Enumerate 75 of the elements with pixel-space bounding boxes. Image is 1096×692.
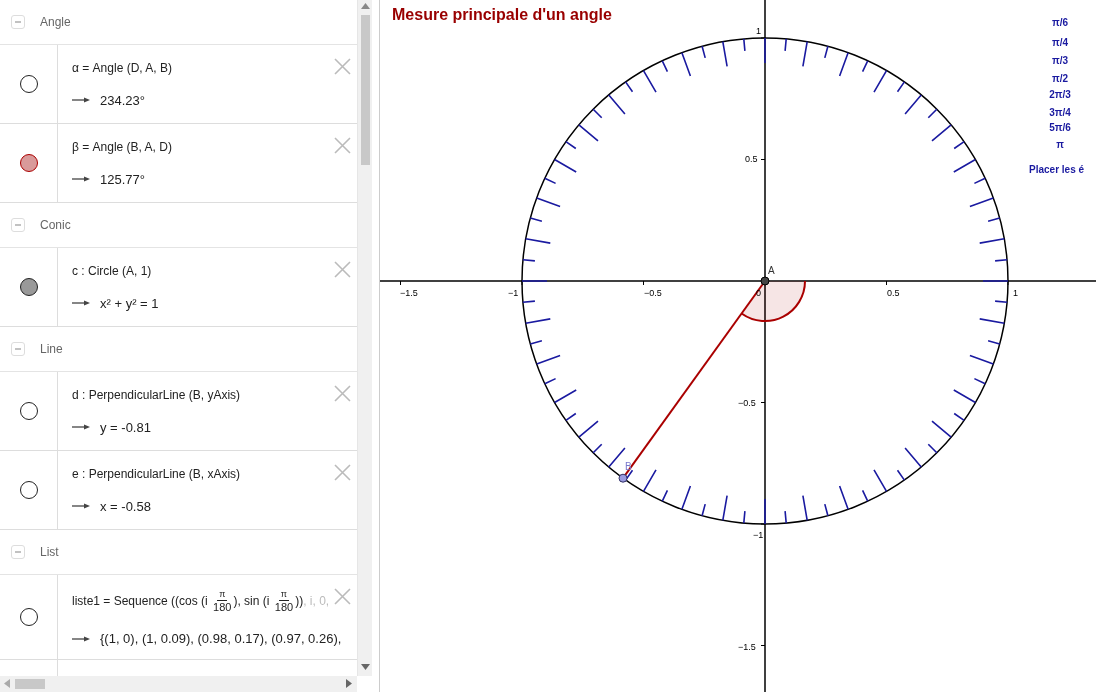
arrow-icon xyxy=(72,300,90,306)
axis-label: −1.5 xyxy=(738,642,756,652)
definition-text[interactable]: d : PerpendicularLine (B, yAxis) xyxy=(72,387,241,402)
minus-icon xyxy=(14,548,22,556)
point[interactable] xyxy=(618,473,628,483)
close-icon[interactable] xyxy=(334,588,351,605)
visibility-toggle[interactable] xyxy=(19,75,38,93)
collapse-toggle[interactable] xyxy=(11,15,25,29)
close-icon[interactable] xyxy=(334,137,351,154)
value-text: x² + y² = 1 xyxy=(100,295,159,311)
angle-button[interactable]: π/4 xyxy=(1052,37,1068,48)
visibility-toggle[interactable] xyxy=(19,608,38,626)
angle-button[interactable]: 3π/4 xyxy=(1049,107,1071,118)
value-text: 125.77° xyxy=(100,171,145,187)
axis-label: 0 xyxy=(756,288,761,298)
angle-sector xyxy=(740,280,806,323)
vertical-scrollbar[interactable] xyxy=(357,0,372,676)
visibility-toggle[interactable] xyxy=(19,278,38,296)
group-title: Conic xyxy=(40,218,71,232)
scrollbar-thumb[interactable] xyxy=(361,15,370,165)
collapse-toggle[interactable] xyxy=(11,545,25,559)
scrollbar-thumb[interactable] xyxy=(15,679,45,689)
axis-label: −0.5 xyxy=(644,288,662,298)
definition-text[interactable]: e : PerpendicularLine (B, xAxis) xyxy=(72,466,241,481)
minus-icon xyxy=(14,221,22,229)
arrow-icon xyxy=(72,176,90,182)
group-title: Angle xyxy=(40,15,71,29)
visibility-toggle[interactable] xyxy=(19,154,38,172)
value-text: y = -0.81 xyxy=(100,419,151,435)
scroll-up-arrow-icon[interactable] xyxy=(361,3,370,9)
scroll-down-arrow-icon[interactable] xyxy=(361,664,370,670)
close-icon[interactable] xyxy=(334,261,351,278)
close-icon[interactable] xyxy=(334,385,351,402)
collapse-toggle[interactable] xyxy=(11,218,25,232)
axis-label: −0.5 xyxy=(738,398,756,408)
definition-text[interactable]: α = Angle (D, A, B) xyxy=(72,60,172,75)
axis-label: −1.5 xyxy=(400,288,418,298)
angle-button[interactable]: π/6 xyxy=(1052,17,1068,28)
angle-button[interactable]: 2π/3 xyxy=(1049,89,1071,100)
arrow-icon xyxy=(72,503,90,509)
value-text: x = -0.58 xyxy=(100,498,151,514)
close-icon[interactable] xyxy=(334,464,351,481)
arrow-icon xyxy=(72,635,90,642)
scroll-left-arrow-icon[interactable] xyxy=(4,679,10,688)
title-text: Mesure principale d'un angle xyxy=(392,6,612,23)
angle-button[interactable]: π/3 xyxy=(1052,55,1068,66)
minus-icon xyxy=(14,345,22,353)
angle-button[interactable]: 5π/6 xyxy=(1049,122,1071,133)
arrow-icon xyxy=(72,424,90,430)
scroll-right-arrow-icon[interactable] xyxy=(346,679,352,688)
arrow-icon xyxy=(72,97,90,103)
axis-label: −1 xyxy=(753,530,764,540)
value-text: 234.23° xyxy=(100,92,145,108)
angle-button[interactable]: π/2 xyxy=(1052,73,1068,84)
collapse-toggle[interactable] xyxy=(11,342,25,356)
minus-icon xyxy=(14,18,22,26)
definition-text[interactable]: c : Circle (A, 1) xyxy=(72,263,159,278)
point-label: A xyxy=(768,265,775,276)
group-title: Line xyxy=(40,342,63,356)
axis-label: 1 xyxy=(1013,288,1018,298)
axis-label: 0.5 xyxy=(887,288,900,298)
visibility-toggle[interactable] xyxy=(19,481,38,499)
axis-label: −1 xyxy=(508,288,519,298)
point[interactable] xyxy=(760,276,770,286)
close-icon[interactable] xyxy=(334,58,351,75)
group-title: List xyxy=(40,545,59,559)
angle-button[interactable]: π xyxy=(1056,139,1064,150)
point-label: B xyxy=(625,461,632,472)
horizontal-scrollbar[interactable] xyxy=(0,676,357,692)
axis-label: 1 xyxy=(756,26,761,36)
place-button[interactable]: Placer les é xyxy=(1029,164,1085,175)
visibility-toggle[interactable] xyxy=(19,402,38,420)
definition-text[interactable]: β = Angle (B, A, D) xyxy=(72,139,172,154)
value-text: {(1, 0), (1, 0.09), (0.98, 0.17), (0.97, 0.26), xyxy=(100,631,342,646)
axis-label: 0.5 xyxy=(745,154,758,164)
